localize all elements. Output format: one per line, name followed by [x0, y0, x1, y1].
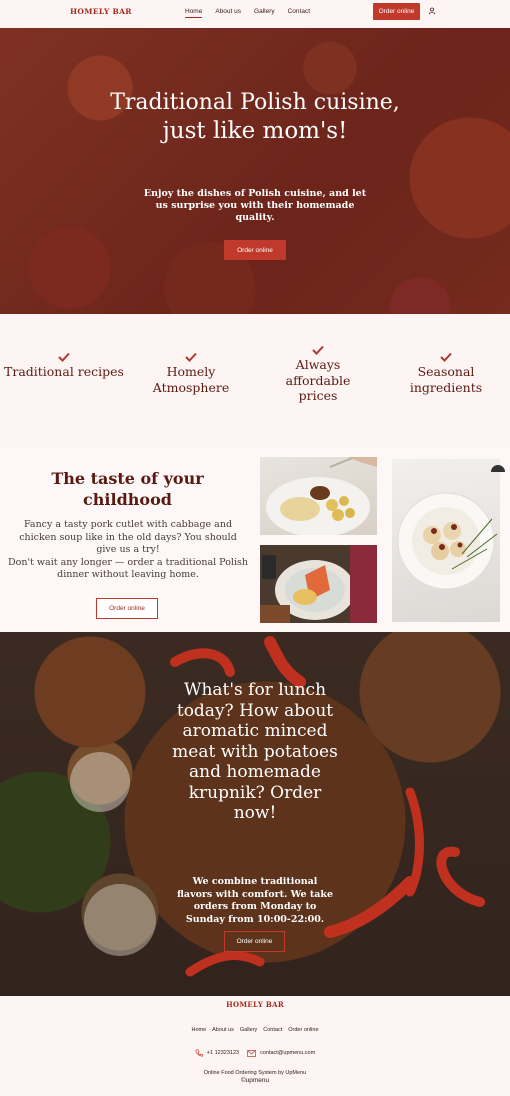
feature-seasonal-ingredients: Seasonal ingredients: [386, 352, 506, 395]
footer-nav-home[interactable]: Home: [191, 1027, 206, 1033]
taste-section: The taste of your childhood Fancy a tast…: [0, 448, 510, 632]
main-nav: Home About us Gallery Contact: [185, 8, 310, 18]
check-icon: [312, 345, 324, 355]
lunch-order-button[interactable]: Order online: [224, 931, 285, 952]
header: HOMELY BAR Home About us Gallery Contact…: [0, 0, 510, 28]
footer-nav-order-online[interactable]: Order online: [288, 1027, 318, 1033]
features-section: Traditional recipes Homely Atmosphere Al…: [0, 314, 510, 448]
check-icon: [185, 352, 197, 362]
footer-nav: Home About us Gallery Contact Order onli…: [0, 1027, 510, 1033]
taste-title: The taste of your childhood: [51, 469, 204, 509]
taste-order-button[interactable]: Order online: [96, 598, 158, 619]
feature-traditional-recipes: Traditional recipes: [4, 352, 124, 380]
footer-nav-contact[interactable]: Contact: [263, 1027, 282, 1033]
nav-gallery[interactable]: Gallery: [254, 8, 275, 18]
food-photo-dumplings: [392, 459, 500, 622]
hero-order-button[interactable]: Order online: [224, 240, 286, 260]
nav-home[interactable]: Home: [185, 8, 203, 18]
footer-contact: +1 12323123 contact@upmenu.com: [0, 1049, 510, 1057]
nav-contact[interactable]: Contact: [288, 8, 310, 18]
feature-homely-atmosphere: Homely Atmosphere: [131, 352, 251, 395]
footer-logo[interactable]: HOMELY BAR: [0, 1000, 510, 1009]
upmenu-brand[interactable]: ©upmenu: [0, 1077, 510, 1084]
phone-icon: [195, 1049, 203, 1057]
footer: HOMELY BAR Home About us Gallery Contact…: [0, 996, 510, 1096]
order-online-button[interactable]: Order online: [373, 3, 420, 20]
lunch-section: What's for lunch today? How about aromat…: [0, 632, 510, 996]
food-photo-potatoes: [260, 457, 377, 535]
hero-section: Traditional Polish cuisine, just like mo…: [0, 28, 510, 314]
user-icon[interactable]: [428, 7, 436, 15]
footer-nav-gallery[interactable]: Gallery: [240, 1027, 257, 1033]
footer-email[interactable]: contact@upmenu.com: [247, 1049, 315, 1057]
logo[interactable]: HOMELY BAR: [70, 7, 132, 16]
footer-nav-about-us[interactable]: About us: [212, 1027, 234, 1033]
powered-by-text[interactable]: Online Food Ordering System by UpMenu: [0, 1070, 510, 1076]
check-icon: [440, 352, 452, 362]
food-photo-salmon: [260, 545, 377, 623]
feature-affordable-prices: Always affordable prices: [258, 345, 378, 404]
check-icon: [58, 352, 70, 362]
mail-icon: [247, 1049, 256, 1057]
lunch-title: What's for lunch today? How about aromat…: [172, 680, 338, 823]
lunch-subtitle: We combine traditional flavors with comf…: [177, 876, 333, 925]
footer-phone[interactable]: +1 12323123: [195, 1049, 239, 1057]
taste-text: Fancy a tasty pork cutlet with cabbage a…: [8, 519, 248, 580]
nav-about-us[interactable]: About us: [215, 8, 241, 18]
hero-subtitle: Enjoy the dishes of Polish cuisine, and …: [143, 188, 367, 223]
hero-title: Traditional Polish cuisine, just like mo…: [110, 90, 400, 144]
